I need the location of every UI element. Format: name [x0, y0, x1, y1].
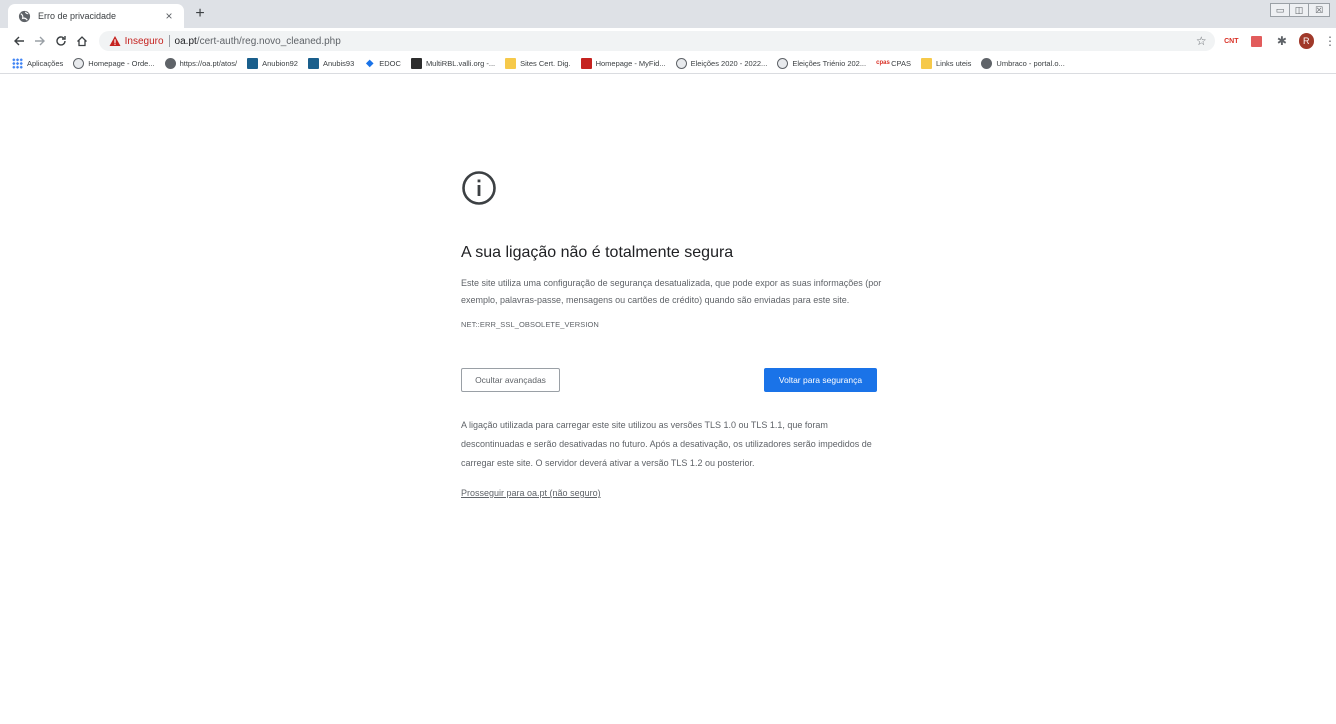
bookmark-item[interactable]: Anubion92 — [247, 58, 298, 69]
bookmark-item[interactable]: Eleições 2020 - 2022... — [675, 58, 768, 69]
bookmark-label: CPAS — [891, 59, 911, 68]
bookmark-label: Homepage - MyFid... — [595, 59, 666, 68]
bookmark-label: Anubion92 — [262, 59, 298, 68]
bookmark-label: Umbraco - portal.o... — [996, 59, 1065, 68]
reload-button[interactable] — [50, 30, 71, 52]
proceed-unsafe-link[interactable]: Prosseguir para oa.pt (não seguro) — [461, 488, 601, 498]
bookmark-item[interactable]: Anubis93 — [307, 58, 355, 69]
apps-icon — [12, 58, 23, 69]
extension-cnt-button[interactable]: CNT — [1223, 32, 1240, 50]
interstitial-content: A sua ligação não é totalmente segura Es… — [461, 170, 886, 501]
home-icon — [77, 36, 88, 47]
hide-advanced-button[interactable]: Ocultar avançadas — [461, 368, 560, 392]
extension-pdf-button[interactable] — [1248, 32, 1265, 50]
menu-kebab-icon[interactable]: ⋮ — [1324, 34, 1336, 48]
edoc-icon: ◆ — [365, 58, 374, 69]
url-text[interactable]: oa.pt/cert-auth/reg.novo_cleaned.php — [175, 36, 341, 47]
address-bar[interactable]: Inseguro oa.pt/cert-auth/reg.novo_cleane… — [98, 31, 1215, 51]
myfid-icon — [580, 58, 592, 69]
bookmark-item[interactable]: Homepage - MyFid... — [580, 58, 666, 69]
divider — [168, 35, 170, 47]
toolbar: Inseguro oa.pt/cert-auth/reg.novo_cleane… — [0, 28, 1336, 54]
bookmark-item[interactable]: Links uteis — [920, 58, 972, 69]
bookmark-item[interactable]: Sites Cert. Dig. — [505, 58, 571, 69]
oa-icon — [675, 58, 687, 69]
extensions-button[interactable]: ✱ — [1273, 32, 1290, 50]
profile-avatar[interactable]: R — [1298, 33, 1314, 49]
bookmark-item[interactable]: MultiRBL.valli.org -... — [410, 58, 496, 69]
home-button[interactable] — [71, 30, 92, 52]
button-row: Ocultar avançadas Voltar para segurança — [461, 368, 886, 392]
cpas-icon: cpas — [876, 60, 890, 66]
folder-icon — [920, 58, 932, 69]
info-icon — [462, 171, 496, 205]
bookmark-label: Homepage - Orde... — [88, 59, 155, 68]
tab-title: Erro de privacidade — [38, 11, 117, 21]
bookmark-label: https://oa.pt/atos/ — [179, 59, 238, 68]
bookmarks-bar: Aplicações Homepage - Orde... https://oa.p… — [0, 54, 1336, 74]
puzzle-icon: ✱ — [1276, 34, 1287, 48]
back-button[interactable] — [8, 30, 29, 52]
globe-icon — [981, 58, 993, 69]
error-code: NET::ERR_SSL_OBSOLETE_VERSION — [461, 320, 599, 329]
arrow-left-icon — [13, 36, 24, 46]
arrow-right-icon — [34, 36, 45, 46]
url-host: oa.pt — [174, 35, 197, 47]
url-path: /cert-auth/reg.novo_cleaned.php — [196, 35, 341, 47]
warning-icon — [109, 36, 121, 46]
apps-shortcut[interactable]: Aplicações — [12, 58, 63, 69]
new-tab-button[interactable]: + — [190, 5, 210, 23]
bookmark-label: Anubis93 — [322, 59, 355, 68]
doc-icon — [410, 58, 422, 69]
minimize-button[interactable]: ▭ — [1270, 3, 1290, 17]
bookmark-label: EDOC — [379, 59, 401, 68]
bookmark-item[interactable]: https://oa.pt/atos/ — [164, 58, 238, 69]
close-window-button[interactable]: ☒ — [1308, 3, 1330, 17]
reload-icon — [56, 36, 66, 46]
pdf-icon — [1251, 35, 1263, 47]
bookmark-label: Eleições Triénio 202... — [792, 59, 867, 68]
bookmark-item[interactable]: cpas CPAS — [876, 58, 911, 69]
bookmark-item[interactable]: ◆ EDOC — [364, 58, 401, 69]
bookmark-label: Links uteis — [935, 59, 972, 68]
details-text: A ligação utilizada para carregar este s… — [461, 420, 872, 468]
bookmark-item[interactable]: Homepage - Orde... — [73, 58, 155, 69]
page-title: A sua ligação não é totalmente segura — [461, 244, 734, 261]
cnt-icon: CNT — [1224, 37, 1239, 45]
description-text: Este site utiliza uma configuração de se… — [461, 278, 882, 305]
bookmark-blue-icon — [247, 58, 259, 69]
forward-button[interactable] — [29, 30, 50, 52]
bookmark-label: Eleições 2020 - 2022... — [690, 59, 768, 68]
bookmark-star-icon[interactable]: ☆ — [1196, 34, 1207, 48]
window-controls: ▭ ◫ ☒ — [1270, 3, 1330, 17]
bookmark-item[interactable]: Eleições Triénio 202... — [777, 58, 866, 69]
tab-strip: Erro de privacidade × + ▭ ◫ ☒ — [0, 0, 1336, 28]
insecure-label[interactable]: Inseguro — [125, 36, 164, 47]
oa-icon — [777, 58, 789, 69]
tab-active[interactable]: Erro de privacidade × — [8, 4, 184, 28]
folder-icon — [505, 58, 517, 69]
bookmark-label: Sites Cert. Dig. — [520, 59, 571, 68]
oa-icon — [73, 58, 85, 69]
bookmark-label: MultiRBL.valli.org -... — [425, 59, 496, 68]
back-to-safety-button[interactable]: Voltar para segurança — [764, 368, 877, 392]
globe-icon — [18, 10, 31, 22]
bookmark-label: Aplicações — [27, 59, 64, 68]
bookmark-blue-icon — [307, 58, 319, 69]
bookmark-item[interactable]: Umbraco - portal.o... — [981, 58, 1065, 69]
tab-close-button[interactable]: × — [162, 9, 176, 23]
restore-button[interactable]: ◫ — [1289, 3, 1309, 17]
globe-icon — [164, 58, 176, 69]
